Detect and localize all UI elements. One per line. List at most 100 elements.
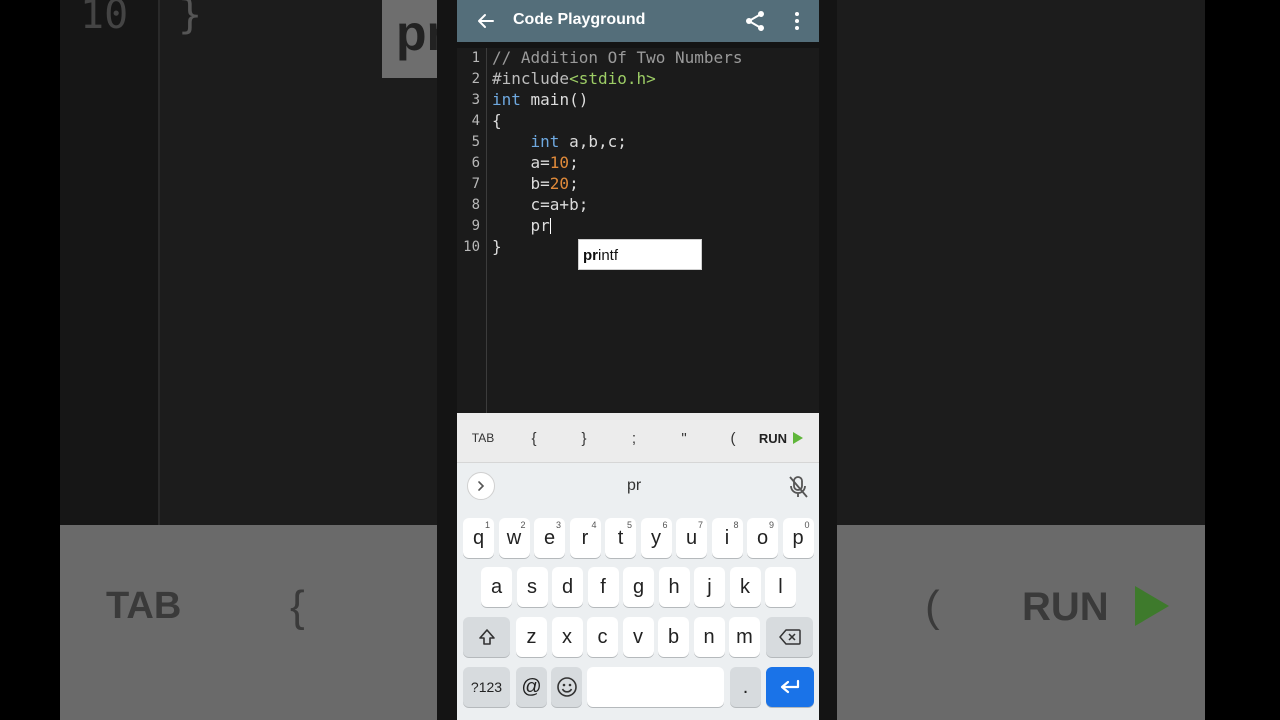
symbols-key[interactable]: ?123: [463, 667, 510, 707]
mic-off-icon[interactable]: [787, 475, 809, 499]
code-token: #include: [492, 69, 570, 88]
suggestion-bar: pr: [457, 463, 819, 511]
app-bar: Code Playground: [457, 0, 819, 42]
back-arrow-icon[interactable]: [475, 10, 497, 32]
code-line[interactable]: int a,b,c;: [492, 132, 627, 151]
key-i[interactable]: i8: [711, 518, 743, 558]
key-p[interactable]: p0: [782, 518, 814, 558]
semicolon-key[interactable]: ;: [609, 413, 659, 463]
app-title: Code Playground: [513, 11, 646, 28]
key-s[interactable]: s: [516, 567, 548, 607]
key-hint: 9: [768, 520, 774, 530]
key-label: i: [724, 526, 730, 549]
backspace-icon: [778, 629, 801, 645]
key-c[interactable]: c: [587, 617, 618, 657]
key-o[interactable]: o9: [747, 518, 778, 558]
key-label: .: [742, 675, 749, 698]
key-label: b: [667, 625, 680, 648]
period-key[interactable]: .: [730, 667, 761, 707]
enter-key[interactable]: [766, 667, 814, 707]
key-hint: 2: [520, 520, 526, 530]
shift-icon: [478, 629, 495, 645]
key-y[interactable]: y6: [640, 518, 672, 558]
key-label: a: [490, 575, 503, 598]
chevron-right-icon[interactable]: [467, 472, 495, 500]
key-label: h: [668, 575, 680, 598]
backspace-key[interactable]: [766, 617, 813, 657]
key-u[interactable]: u7: [676, 518, 707, 558]
key-label: u: [685, 526, 698, 549]
key-d[interactable]: d: [552, 567, 583, 607]
phone-bezel-left: [437, 0, 457, 720]
key-label: e: [543, 526, 556, 549]
run-button[interactable]: RUN: [749, 413, 813, 463]
key-b[interactable]: b: [658, 617, 689, 657]
share-icon[interactable]: [744, 10, 766, 32]
autocomplete-item-printf[interactable]: printf: [583, 247, 618, 264]
phone-bezel-right: [819, 0, 837, 720]
code-token: a=: [492, 153, 550, 172]
code-token: ;: [569, 174, 579, 193]
key-k[interactable]: k: [729, 567, 761, 607]
key-w[interactable]: w2: [498, 518, 530, 558]
code-line[interactable]: pr: [492, 216, 551, 235]
key-label: @: [521, 675, 542, 698]
autocomplete-match: pr: [583, 247, 598, 264]
key-hint: 6: [662, 520, 668, 530]
line-number: 1: [471, 50, 480, 66]
key-t[interactable]: t5: [605, 518, 636, 558]
code-line[interactable]: #include<stdio.h>: [492, 69, 656, 88]
code-token: b=: [492, 174, 550, 193]
code-editor[interactable]: 1 2 3 4 5 6 7 8 9 10 // Addition Of Two Numbers #i…: [457, 48, 819, 413]
bg-open-brace: {: [290, 582, 305, 631]
key-g[interactable]: g: [623, 567, 654, 607]
space-key[interactable]: [587, 667, 724, 707]
code-line[interactable]: {: [492, 111, 502, 130]
code-line[interactable]: int main(): [492, 90, 588, 109]
key-m[interactable]: m: [729, 617, 760, 657]
code-line[interactable]: // Addition Of Two Numbers: [492, 48, 742, 67]
code-token: <stdio.h>: [569, 69, 656, 88]
line-number: 10: [463, 239, 480, 255]
key-z[interactable]: z: [516, 617, 547, 657]
code-line[interactable]: a=10;: [492, 153, 579, 172]
key-f[interactable]: f: [587, 567, 619, 607]
code-token: {: [492, 111, 502, 130]
bg-open-paren: (: [925, 582, 940, 631]
code-token: 10: [549, 153, 570, 172]
key-label: ?123: [470, 679, 503, 695]
key-hint: 7: [697, 520, 703, 530]
key-x[interactable]: x: [551, 617, 583, 657]
line-number: 8: [471, 197, 480, 213]
line-number: 2: [471, 71, 480, 87]
key-hint: 0: [804, 520, 810, 530]
key-h[interactable]: h: [658, 567, 690, 607]
tab-key[interactable]: TAB: [457, 413, 509, 463]
key-l[interactable]: l: [765, 567, 796, 607]
key-e[interactable]: e3: [534, 518, 565, 558]
suggestion-word[interactable]: pr: [627, 477, 641, 495]
open-brace-key[interactable]: {: [509, 413, 559, 463]
key-hint: 1: [484, 520, 490, 530]
code-line[interactable]: }: [492, 237, 502, 256]
key-j[interactable]: j: [694, 567, 725, 607]
quote-key[interactable]: ": [659, 413, 709, 463]
key-r[interactable]: r4: [569, 518, 601, 558]
at-key[interactable]: @: [516, 667, 547, 707]
more-vert-icon[interactable]: [787, 10, 807, 32]
code-line[interactable]: c=a+b;: [492, 195, 589, 214]
key-label: o: [756, 526, 769, 549]
code-token: // Addition Of Two Numbers: [492, 48, 743, 67]
close-brace-key[interactable]: }: [559, 413, 609, 463]
code-token: int: [492, 90, 521, 109]
key-hint: 4: [591, 520, 597, 530]
shift-key[interactable]: [463, 617, 510, 657]
key-v[interactable]: v: [622, 617, 654, 657]
key-q[interactable]: q1: [463, 518, 494, 558]
key-n[interactable]: n: [693, 617, 725, 657]
emoji-key[interactable]: [551, 667, 582, 707]
code-token: }: [492, 237, 502, 256]
key-a[interactable]: a: [481, 567, 512, 607]
bg-brace: }: [178, 0, 203, 38]
code-line[interactable]: b=20;: [492, 174, 579, 193]
